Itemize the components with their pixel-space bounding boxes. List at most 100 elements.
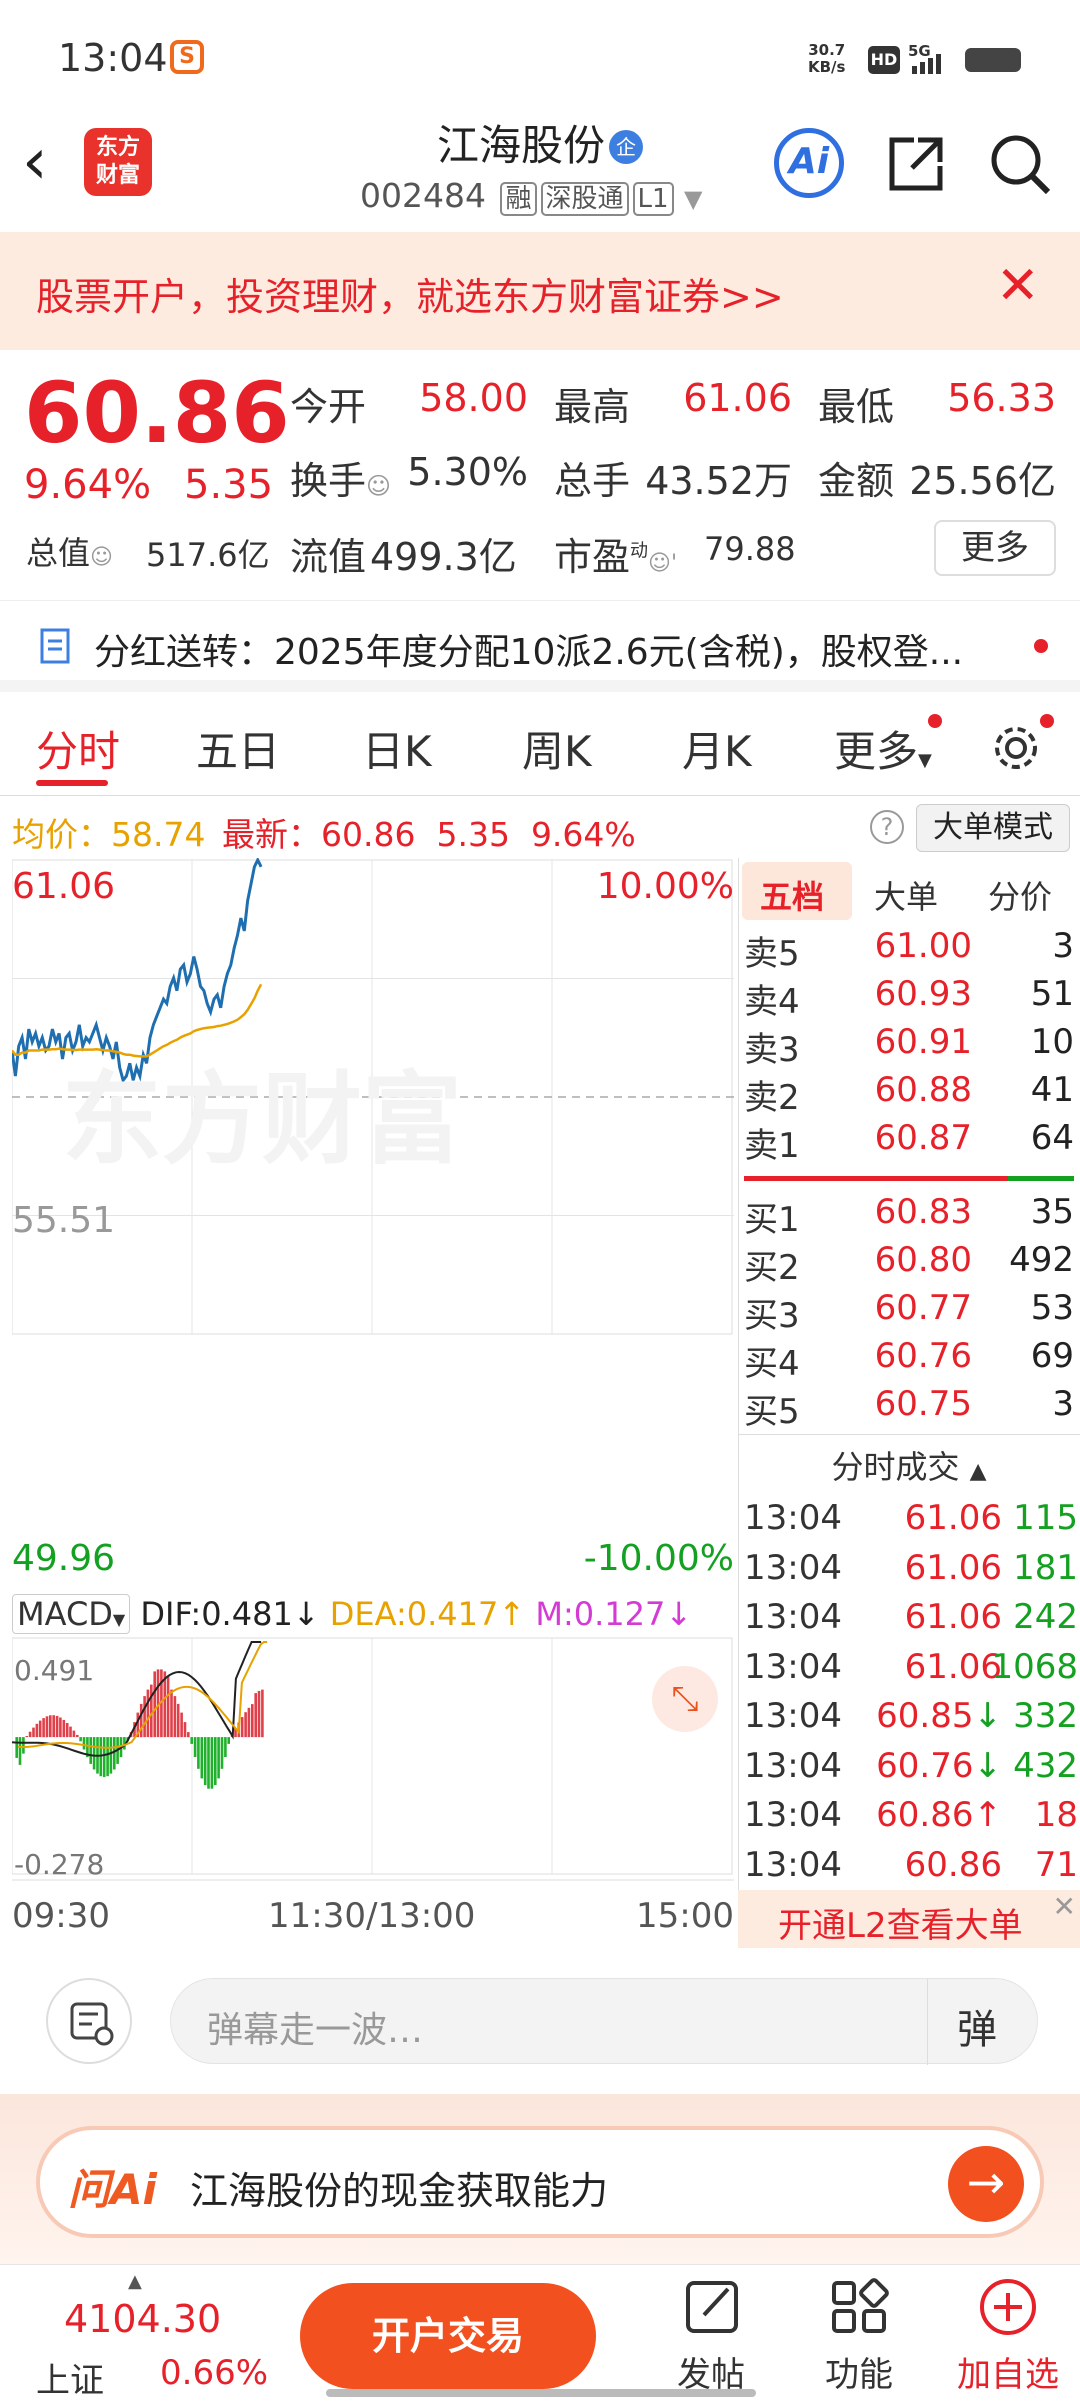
ask-price: 60.88 [874, 1070, 972, 1110]
bid-row[interactable]: 买4 60.76 69 [744, 1336, 1074, 1384]
macd-dif: DIF:0.481↓ [140, 1595, 320, 1633]
nav-function[interactable]: 功能 [816, 2273, 902, 2399]
x-label-mid: 11:30/13:00 [268, 1896, 476, 1936]
trade-row: 13:04 60.86↑ 18 [744, 1795, 1078, 1845]
index-change[interactable]: 0.66% [160, 2353, 268, 2393]
tab-daily-k[interactable]: 日K [362, 718, 432, 779]
help-icon[interactable]: ? [870, 810, 904, 844]
active-tab-underline [36, 780, 108, 786]
promo-banner[interactable]: 股票开户，投资理财，就选东方财富证券>> ✕ [0, 232, 1080, 350]
macd-bar [45, 1716, 49, 1738]
trade-time: 13:04 [744, 1597, 842, 1637]
macd-bar [79, 1737, 82, 1742]
settings-gear-icon[interactable] [988, 720, 1044, 776]
ask-row[interactable]: 卖3 60.91 10 [744, 1022, 1074, 1070]
more-button[interactable]: 更多 [934, 520, 1056, 576]
level-tag: L1 [632, 182, 674, 216]
danmaku-bar: 弹幕走一波… 弹 [0, 1950, 1080, 2090]
ai-assistant-button[interactable]: Ai [774, 128, 844, 198]
macd-bar [82, 1737, 86, 1750]
trade-time: 13:04 [744, 1646, 842, 1687]
tab-monthly-k[interactable]: 月K [682, 718, 752, 779]
macd-bar [251, 1704, 254, 1738]
macd-bar [207, 1737, 210, 1789]
nav-add-watchlist[interactable]: 加自选 [950, 2273, 1066, 2399]
macd-bar [143, 1696, 146, 1738]
dividend-notice[interactable]: 分红送转：2025年度分配10派2.6元(含税)，股权登... [0, 600, 1080, 692]
average-price: 均价：58.74 [12, 815, 206, 854]
quote-panel: 60.86 9.64% 5.35 今开 58.00 最高 61.06 最低 56… [0, 350, 1080, 600]
share-icon[interactable] [884, 132, 948, 196]
ask-row[interactable]: 卖4 60.93 51 [744, 974, 1074, 1022]
ask-price: 61.00 [874, 926, 972, 966]
network-speed: 30.7 KB/s [808, 41, 846, 76]
trade-volume: 242 [1013, 1597, 1078, 1637]
macd-selector[interactable]: MACD▼ [12, 1594, 131, 1634]
close-icon[interactable]: ✕ [996, 256, 1040, 316]
bid-level-label: 买1 [744, 1200, 800, 1240]
tab-more[interactable]: 更多▼ [834, 718, 932, 779]
bid-row[interactable]: 买2 60.80 492 [744, 1240, 1074, 1288]
macd-bar [197, 1737, 200, 1769]
pct-bottom-label: -10.00% [583, 1538, 734, 1579]
signal-icon: 5G [908, 42, 958, 76]
trade-row: 13:04 60.86 71 [744, 1845, 1078, 1895]
danmaku-input[interactable]: 弹幕走一波… 弹 [170, 1978, 1038, 2065]
macd-bar [106, 1737, 109, 1777]
macd-bar [163, 1671, 167, 1738]
more-dot [928, 714, 942, 728]
open-account-trade-button[interactable]: 开户交易 [300, 2283, 596, 2389]
close-icon[interactable]: ✕ [1053, 1890, 1076, 1923]
stock-code-line[interactable]: 002484 融深股通 L1 ▼ [360, 176, 703, 216]
macd-bar [32, 1727, 35, 1738]
bid-price: 60.80 [874, 1240, 972, 1280]
trades-title[interactable]: 分时成交 ▲ [738, 1442, 1080, 1488]
macd-bar [76, 1734, 79, 1738]
change-amount: 5.35 [184, 462, 274, 508]
ask-price: 60.87 [874, 1118, 972, 1158]
danmaku-toggle-button[interactable]: 弹 [957, 1997, 997, 2055]
tab-five-day[interactable]: 五日 [196, 718, 280, 779]
search-icon[interactable] [986, 130, 1056, 200]
ask-row[interactable]: 卖5 61.00 3 [744, 926, 1074, 974]
ask-volume: 3 [1052, 926, 1074, 966]
arrow-right-icon[interactable]: → [948, 2146, 1024, 2222]
macd-bar [52, 1715, 55, 1738]
bid-row[interactable]: 买5 60.75 3 [744, 1384, 1074, 1432]
tab-intraday[interactable]: 分时 [36, 718, 120, 779]
home-indicator [326, 2389, 756, 2397]
macd-bar [180, 1712, 183, 1738]
trade-time: 13:04 [744, 1745, 842, 1786]
macd-top-label: 0.491 [14, 1654, 95, 1687]
ask-row[interactable]: 卖1 60.87 64 [744, 1118, 1074, 1166]
tab-five-levels[interactable]: 五档 [760, 872, 824, 918]
turnover-label: 换手☺ [290, 459, 392, 503]
bid-row[interactable]: 买3 60.77 53 [744, 1288, 1074, 1336]
ai-question-pill[interactable]: 问Ai 江海股份的现金获取能力 → [36, 2126, 1044, 2238]
macd-bar [15, 1737, 18, 1758]
index-value[interactable]: 4104.30 [64, 2297, 221, 2341]
macd-bar [72, 1730, 76, 1738]
intraday-chart[interactable]: 61.06 55.51 49.96 10.00% -10.00% 东方财富 MA… [12, 858, 734, 1948]
macd-bar [173, 1696, 177, 1738]
l2-promo[interactable]: 开通L2查看大单 ✕ [738, 1890, 1080, 1948]
y-top-label: 61.06 [12, 866, 116, 907]
index-name[interactable]: 上证 [36, 2353, 104, 2402]
tab-big-orders[interactable]: 大单 [874, 872, 938, 918]
bid-price: 60.77 [874, 1288, 972, 1328]
tab-weekly-k[interactable]: 周K [522, 718, 592, 779]
bid-volume: 35 [1030, 1192, 1074, 1232]
big-order-mode-button[interactable]: 大单模式 [916, 804, 1070, 852]
ask-row[interactable]: 卖2 60.88 41 [744, 1070, 1074, 1118]
bid-row[interactable]: 买1 60.83 35 [744, 1192, 1074, 1240]
volume-label: 总手 [554, 459, 631, 503]
macd-bar [22, 1737, 25, 1754]
tab-price-dist[interactable]: 分价 [988, 872, 1052, 918]
expand-icon[interactable]: ⤡ [652, 1666, 718, 1732]
trade-volume: 71 [1034, 1844, 1078, 1885]
ask-level-label: 卖3 [744, 1030, 800, 1070]
y-mid-label: 55.51 [12, 1200, 116, 1241]
macd-bar [244, 1712, 247, 1738]
danmaku-settings-button[interactable] [46, 1978, 132, 2064]
nav-post[interactable]: 发帖 [668, 2273, 754, 2399]
